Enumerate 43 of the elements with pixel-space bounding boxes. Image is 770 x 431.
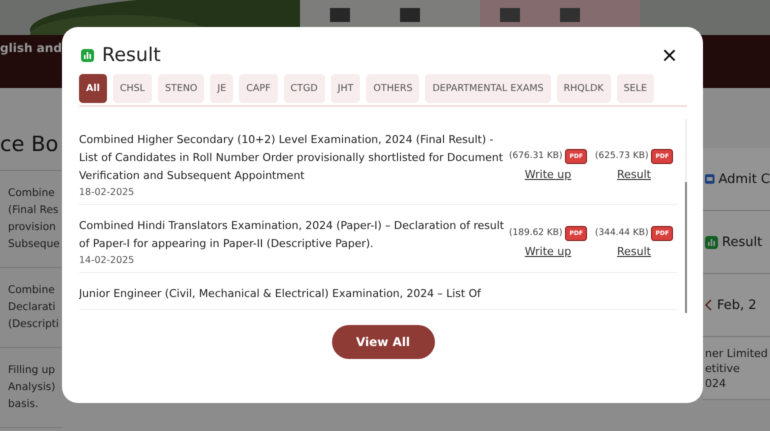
result-title: Combined Hindi Translators Examination, 2024 (Paper-I) – Declaration of result of Paper-I for appearing in Paper-II (Descriptive Paper). <box>79 218 505 252</box>
notice-text: (Final Res <box>8 203 60 218</box>
category-tab[interactable]: STENO <box>158 74 204 103</box>
category-tab[interactable]: CHSL <box>112 74 152 103</box>
category-tab[interactable]: CAPF <box>239 74 278 103</box>
download-link[interactable]: Result <box>617 244 651 258</box>
category-tab[interactable]: DEPARTMENTAL EXAMS <box>425 74 551 103</box>
file-size: (676.31 KB) <box>509 151 562 161</box>
chevron-left-icon[interactable] <box>705 299 713 311</box>
notice-text: (Descripti <box>8 317 60 332</box>
notice-text: Filling up <box>8 363 56 378</box>
notice-text: basis. <box>8 397 40 412</box>
view-all-button[interactable]: View All <box>332 325 434 359</box>
file-size: (344.44 KB) <box>595 228 648 238</box>
notice-text: Analysis) <box>8 380 56 395</box>
notice-text: provision <box>8 220 57 235</box>
category-tab[interactable]: JHT <box>330 74 360 103</box>
notice-text: Combine <box>8 186 56 201</box>
category-tab[interactable]: SELE <box>616 74 654 103</box>
close-button[interactable]: × <box>652 43 687 67</box>
section-title: Admit C <box>718 172 770 186</box>
notice-text: Subseque <box>8 237 61 252</box>
file-size: (625.73 KB) <box>595 151 648 161</box>
file-size: (189.62 KB) <box>509 228 562 238</box>
result-title: Combined Higher Secondary (10+2) Level Examination, 2024 (Final Result) - List of Candidates in Roll Number Order provisionally shortlisted for Document Verification and Subsequent Appointment <box>79 132 504 184</box>
result-date: 18-02-2025 <box>79 187 136 198</box>
category-tab[interactable]: JE <box>210 74 234 103</box>
dialog-title: Result <box>102 44 162 66</box>
header-text: glish and <box>0 41 62 55</box>
notice-text: Declarati <box>8 300 56 315</box>
category-tab[interactable]: All <box>79 74 107 103</box>
download-link[interactable]: Result <box>617 168 651 180</box>
result-date: 14-02-2025 <box>79 255 136 266</box>
month-label: Feb, 2 <box>717 298 757 312</box>
notice-text: Combine <box>8 283 56 298</box>
category-tab[interactable]: CTGD <box>284 74 325 103</box>
category-tab[interactable]: OTHERS <box>366 74 420 103</box>
download-link[interactable]: Write up <box>524 244 572 258</box>
bar-chart-icon <box>81 48 94 62</box>
download-link[interactable]: Write up <box>524 168 572 180</box>
notice-text: ner Limited etitive 024 <box>705 346 768 390</box>
category-tab[interactable]: RHQLDK <box>556 74 611 103</box>
section-title: Result <box>722 234 762 250</box>
